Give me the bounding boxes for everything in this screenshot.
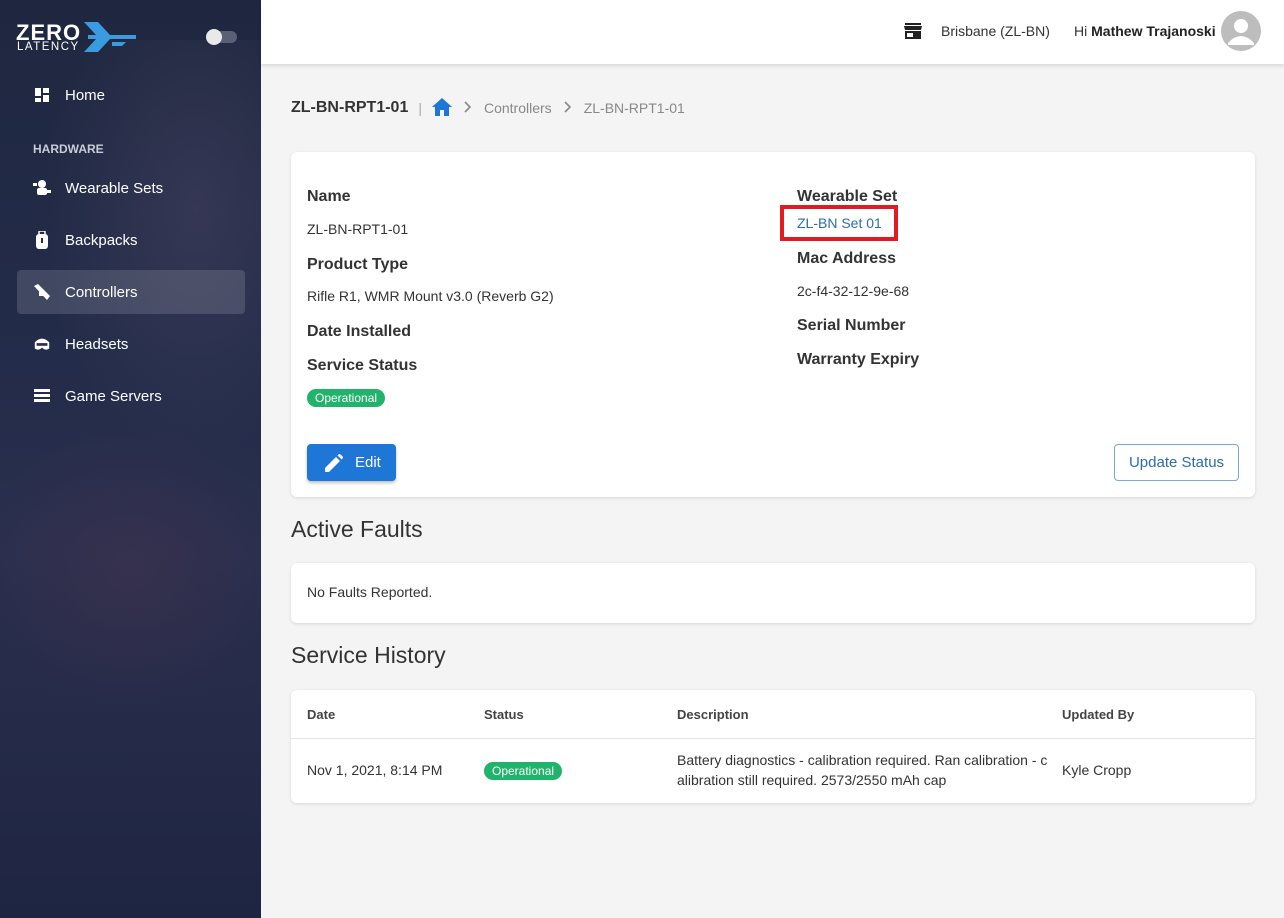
wearable-sets-icon: [33, 179, 51, 197]
sidebar-item-label: Backpacks: [65, 231, 138, 249]
date-installed-label: Date Installed: [307, 323, 412, 340]
dashboard-icon: [33, 86, 51, 104]
user-name: Mathew Trajanoski: [1091, 23, 1216, 39]
controller-icon: [33, 283, 51, 301]
home-icon[interactable]: [431, 97, 452, 119]
mac-address-label: Mac Address: [797, 250, 896, 267]
user-greeting: Hi Mathew Trajanoski: [1074, 23, 1216, 39]
column-header-description[interactable]: Description: [677, 707, 749, 722]
row-updated-by: Kyle Cropp: [1062, 762, 1132, 778]
brand-line2: LATENCY: [17, 41, 80, 53]
chevron-right-icon: [564, 100, 572, 116]
service-history-table: Date Status Description Updated By Nov 1…: [291, 690, 1255, 803]
store-icon: [904, 23, 922, 44]
sidebar-item-backpacks[interactable]: Backpacks: [17, 218, 245, 262]
user-avatar-icon: [1228, 19, 1254, 45]
sidebar-item-label: Headsets: [65, 335, 129, 353]
table-divider: [291, 738, 1255, 739]
column-header-updated-by[interactable]: Updated By: [1062, 707, 1134, 722]
brand-logo[interactable]: ZERO LATENCY: [16, 20, 140, 54]
headset-icon: [33, 335, 51, 353]
mac-address-value: 2c-f4-32-12-9e-68: [797, 283, 910, 299]
serial-number-label: Serial Number: [797, 317, 906, 334]
warranty-expiry-label: Warranty Expiry: [797, 351, 920, 368]
name-value: ZL-BN-RPT1-01: [307, 221, 409, 237]
row-description-line2: alibration still required. 2573/2550 mAh…: [677, 772, 947, 788]
breadcrumb: ZL-BN-RPT1-01 | Controllers ZL-BN-RPT1-0…: [291, 97, 685, 119]
status-badge: Operational: [307, 389, 386, 407]
details-card: Name ZL-BN-RPT1-01 Product Type Rifle R1…: [291, 152, 1255, 497]
update-status-button[interactable]: Update Status: [1114, 444, 1239, 481]
sidebar-item-wearable-sets[interactable]: Wearable Sets: [17, 166, 245, 210]
location-selector[interactable]: Brisbane (ZL-BN): [941, 23, 1050, 39]
sidebar-item-headsets[interactable]: Headsets: [17, 322, 245, 366]
faults-message: No Faults Reported.: [307, 584, 433, 600]
sidebar-item-controllers[interactable]: Controllers: [17, 270, 245, 314]
top-bar: Brisbane (ZL-BN) Hi Mathew Trajanoski: [261, 0, 1284, 64]
server-icon: [33, 387, 51, 405]
avatar[interactable]: [1221, 11, 1261, 51]
faults-card: No Faults Reported.: [291, 563, 1255, 623]
backpack-icon: [33, 231, 51, 249]
product-type-label: Product Type: [307, 256, 409, 273]
wearable-set-link[interactable]: ZL-BN Set 01: [797, 215, 882, 231]
theme-toggle[interactable]: [206, 29, 237, 45]
sidebar-item-game-servers[interactable]: Game Servers: [17, 374, 245, 418]
sidebar-section-hardware: HARDWARE: [33, 142, 104, 156]
row-date: Nov 1, 2021, 8:14 PM: [307, 762, 443, 778]
column-header-date[interactable]: Date: [307, 707, 335, 722]
status-badge: Operational: [484, 762, 563, 780]
breadcrumb-controllers[interactable]: Controllers: [484, 100, 552, 116]
greeting-text: Hi: [1074, 23, 1088, 39]
sidebar-item-label: Controllers: [65, 283, 138, 301]
sidebar-item-home[interactable]: Home: [17, 73, 245, 117]
wearable-set-label: Wearable Set: [797, 188, 898, 205]
service-status-label: Service Status: [307, 357, 418, 374]
sidebar-item-label: Game Servers: [65, 387, 162, 405]
sidebar: ZERO LATENCY Home HARDWARE Wearable Sets…: [0, 0, 261, 918]
column-header-status[interactable]: Status: [484, 707, 524, 722]
product-type-value: Rifle R1, WMR Mount v3.0 (Reverb G2): [307, 288, 554, 304]
sidebar-item-label: Home: [65, 86, 106, 104]
pencil-icon: [325, 453, 343, 472]
page-title: ZL-BN-RPT1-01: [291, 99, 409, 116]
row-description-line1: Battery diagnostics - calibration requir…: [677, 752, 1048, 768]
breadcrumb-divider: |: [418, 100, 422, 116]
edit-button[interactable]: Edit: [307, 444, 396, 481]
name-label: Name: [307, 188, 351, 205]
service-history-title: Service History: [291, 642, 446, 668]
logo-plane-icon: [84, 22, 136, 52]
active-faults-title: Active Faults: [291, 516, 423, 542]
edit-button-label: Edit: [355, 454, 381, 471]
breadcrumb-current: ZL-BN-RPT1-01: [583, 100, 685, 116]
chevron-right-icon: [464, 100, 472, 116]
toggle-knob: [206, 29, 222, 45]
sidebar-item-label: Wearable Sets: [65, 179, 164, 197]
